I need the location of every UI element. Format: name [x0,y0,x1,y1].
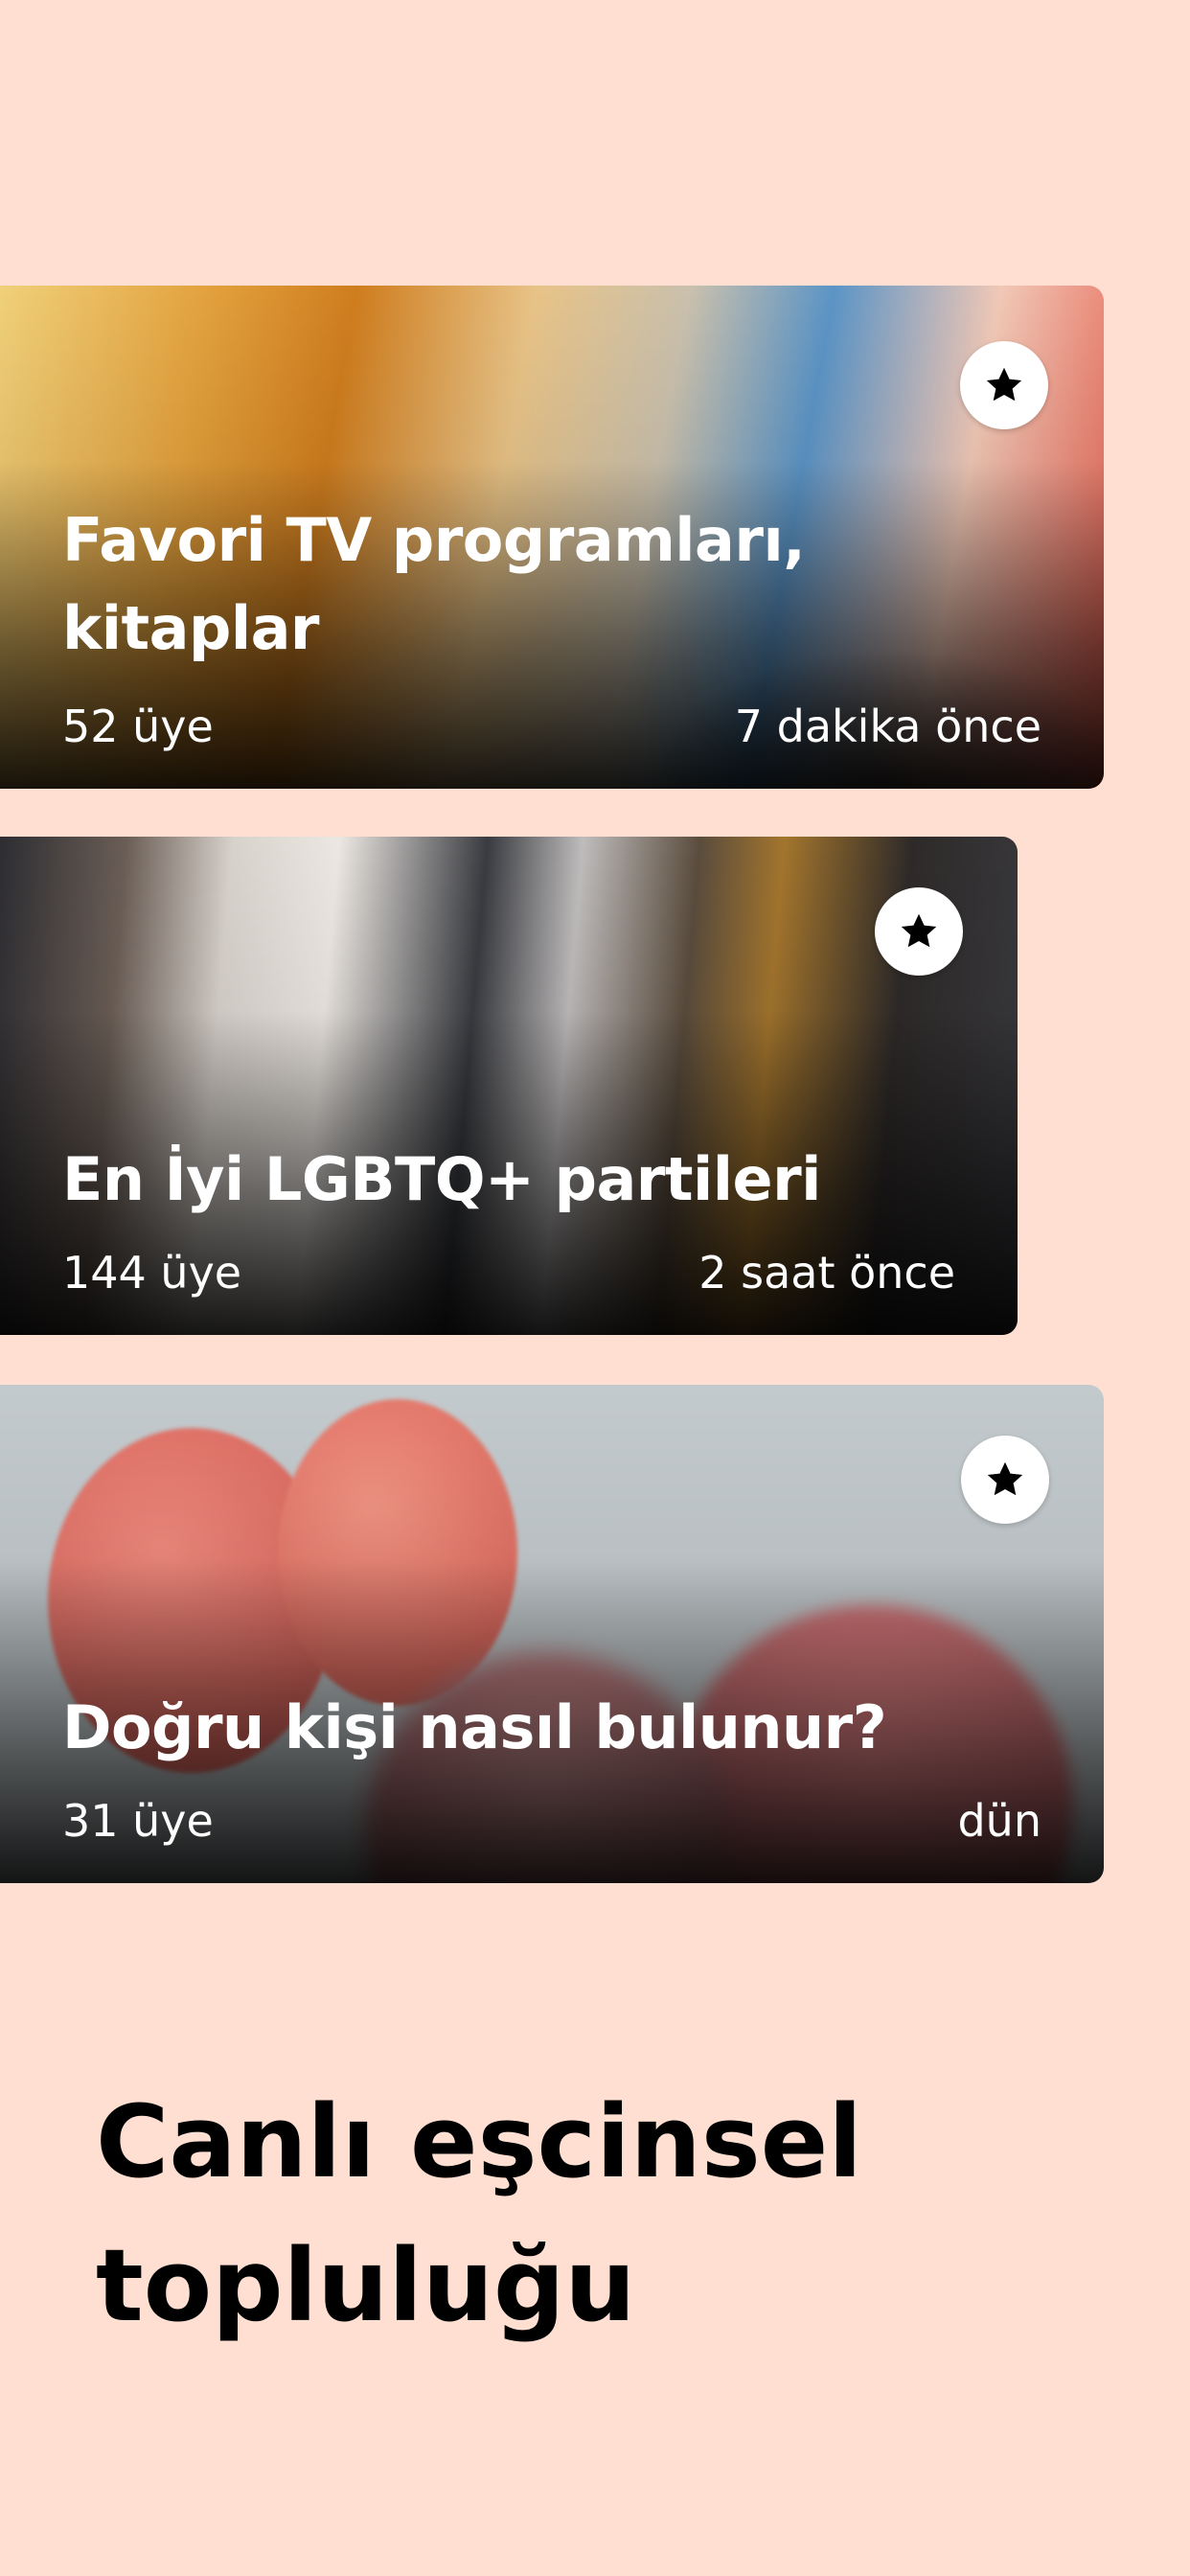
page-headline: Canlı eşcinsel topluluğu [96,2070,1092,2358]
member-count: 31 üye [62,1795,214,1847]
card-title-line-1: Favori TV programları, [62,505,806,575]
favorite-button[interactable] [960,341,1048,429]
last-activity-time: 2 saat önce [698,1247,955,1299]
community-card-find-right-person[interactable]: Doğru kişi nasıl bulunur? 31 üye dün [0,1385,1104,1883]
member-count: 52 üye [62,701,214,752]
card-title: Favori TV programları, kitaplar [62,496,806,673]
card-title: En İyi LGBTQ+ partileri [62,1144,821,1214]
last-activity-time: dün [957,1795,1041,1847]
card-title-line-2: kitaplar [62,593,320,663]
star-icon [987,1461,1023,1496]
favorite-button[interactable] [961,1436,1049,1524]
star-icon [986,367,1022,402]
headline-line-1: Canlı eşcinsel [96,2083,862,2200]
favorite-button[interactable] [875,887,963,976]
community-card-tv-books[interactable]: Favori TV programları, kitaplar 52 üye 7… [0,286,1104,789]
headline-line-2: topluluğu [96,2227,636,2344]
last-activity-time: 7 dakika önce [734,701,1041,752]
star-icon [901,913,937,948]
member-count: 144 üye [62,1247,242,1299]
card-title: Doğru kişi nasıl bulunur? [62,1692,887,1762]
community-card-lgbtq-parties[interactable]: En İyi LGBTQ+ partileri 144 üye 2 saat ö… [0,837,1018,1335]
